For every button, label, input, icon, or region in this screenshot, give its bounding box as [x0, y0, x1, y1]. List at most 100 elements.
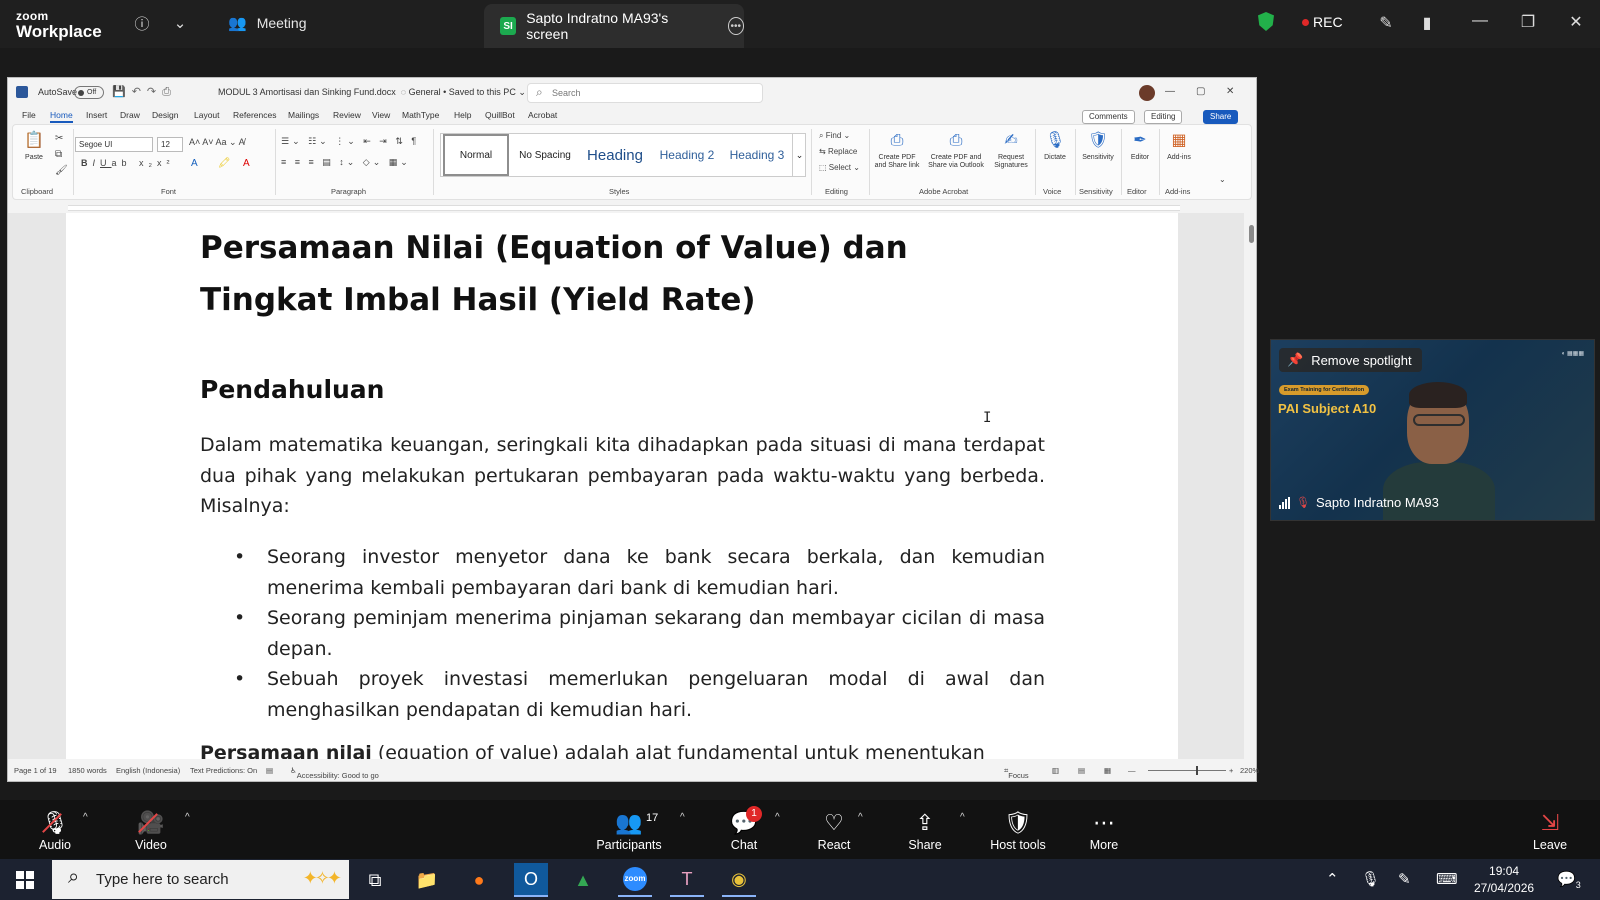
firefox-icon[interactable]: ●	[462, 863, 496, 897]
leave-button[interactable]: ⇲ Leave	[1530, 810, 1570, 852]
audio-button[interactable]: 🎙 Audio	[33, 810, 77, 852]
remote-control-icon[interactable]: ▮	[1416, 12, 1438, 34]
tab-layout[interactable]: Layout	[194, 110, 220, 120]
dictate-button[interactable]: 🎙 Dictate	[1037, 131, 1073, 162]
editing-mode-button[interactable]: Editing	[1144, 110, 1183, 124]
editor-button[interactable]: ✒ Editor	[1123, 131, 1157, 162]
spotlight-video-tile[interactable]: 📌 Remove spotlight ◐ ▦▦▦ Exam Training f…	[1270, 339, 1595, 521]
info-icon[interactable]: ⓘ	[131, 12, 153, 34]
styles-more-icon[interactable]: ⌄	[792, 134, 806, 176]
quick-access-toolbar[interactable]: 💾↶↷⎙	[112, 85, 177, 99]
tab-quillbot[interactable]: QuillBot	[485, 110, 515, 120]
tab-home[interactable]: Home	[50, 110, 73, 123]
word-search-box[interactable]: Search	[527, 83, 763, 103]
tab-review[interactable]: Review	[333, 110, 361, 120]
alignment-icons[interactable]: ≡ ≡ ≡ ▤ ↕⌄ ◇⌄ ▦⌄	[281, 157, 411, 168]
taskbar-clock[interactable]: 19:04 27/04/2026	[1474, 863, 1534, 897]
share-options-caret-icon[interactable]: ^	[960, 812, 965, 823]
comments-button[interactable]: Comments	[1082, 110, 1135, 124]
tab-acrobat[interactable]: Acrobat	[528, 110, 557, 120]
zoom-app-icon[interactable]: zoom	[618, 863, 652, 897]
style-no-spacing[interactable]: No Spacing	[511, 134, 579, 176]
collapse-ribbon-icon[interactable]: ⌄	[1219, 175, 1226, 184]
section-heading[interactable]: Pendahuluan	[200, 375, 384, 404]
focus-button[interactable]: ⌗ Focus	[1004, 766, 1029, 780]
font-name-box[interactable]: Segoe UI	[75, 137, 153, 152]
tab-references[interactable]: References	[233, 110, 276, 120]
windows-start-icon[interactable]	[16, 871, 34, 889]
pen-menu-icon[interactable]: ✎	[1398, 870, 1411, 888]
host-tools-button[interactable]: 🛡 Host tools	[986, 810, 1050, 852]
find-button[interactable]: ⌕ Find ⌄	[819, 131, 850, 141]
horizontal-ruler[interactable]	[8, 202, 1256, 213]
recording-indicator[interactable]: REC	[1302, 14, 1343, 30]
read-mode-icon[interactable]: ▥	[1052, 766, 1059, 775]
text-effects-icon[interactable]: A	[191, 158, 198, 169]
word-restore-icon[interactable]: ▢	[1196, 86, 1205, 97]
file-explorer-icon[interactable]: 📁	[410, 863, 444, 897]
minimize-icon[interactable]: —	[1468, 12, 1492, 30]
chat-options-caret-icon[interactable]: ^	[775, 812, 780, 823]
document-page[interactable]: Persamaan Nilai (Equation of Value) dan …	[66, 213, 1178, 759]
video-button[interactable]: 🎥 Video	[128, 810, 174, 852]
tray-overflow-icon[interactable]: ⌃	[1326, 870, 1339, 888]
zoom-level[interactable]: 220%	[1240, 766, 1259, 775]
tab-draw[interactable]: Draw	[120, 110, 140, 120]
font-format-icons[interactable]: BIUab x₂x²	[81, 158, 175, 168]
tab-file[interactable]: File	[22, 110, 36, 120]
list-item[interactable]: Seorang investor menyetor dana ke bank s…	[234, 542, 1045, 603]
tab-help[interactable]: Help	[454, 110, 471, 120]
more-button[interactable]: ⋯ More	[1084, 810, 1124, 852]
request-signatures-button[interactable]: ✍ Request Signatures	[989, 131, 1033, 170]
cut-icon[interactable]: ✂	[55, 133, 63, 144]
account-avatar[interactable]	[1139, 85, 1155, 101]
outlook-icon[interactable]: O	[514, 863, 548, 897]
react-options-caret-icon[interactable]: ^	[858, 812, 863, 823]
tab-mailings[interactable]: Mailings	[288, 110, 319, 120]
next-paragraph-partial[interactable]: Persamaan nilai (equation of value) adal…	[200, 742, 1045, 759]
proofing-icon[interactable]: ▤	[266, 766, 273, 775]
create-pdf-share-button[interactable]: ⎙ Create PDF and Share link	[871, 131, 923, 170]
google-drive-icon[interactable]: ▲	[566, 863, 600, 897]
tab-design[interactable]: Design	[152, 110, 178, 120]
language-status[interactable]: English (Indonesia)	[116, 766, 180, 775]
addins-button[interactable]: ▦ Add-ins	[1161, 131, 1197, 162]
word-minimize-icon[interactable]: —	[1165, 86, 1175, 97]
close-icon[interactable]: ✕	[1564, 12, 1588, 32]
style-heading[interactable]: Heading	[579, 134, 651, 176]
document-name[interactable]: MODUL 3 Amortisasi dan Sinking Fund.docx…	[218, 87, 526, 98]
grow-font-icon[interactable]: A˄ A˅ Aa ⌄ A̸	[189, 137, 245, 148]
intro-paragraph[interactable]: Dalam matematika keuangan, seringkali ki…	[200, 430, 1045, 522]
document-title[interactable]: Persamaan Nilai (Equation of Value) dan …	[200, 222, 1020, 326]
sensitivity-button[interactable]: 🛡 Sensitivity	[1077, 131, 1119, 162]
replace-button[interactable]: ⇆ Replace	[819, 147, 857, 156]
remove-spotlight-button[interactable]: 📌 Remove spotlight	[1279, 348, 1422, 372]
chrome-icon[interactable]: ◉	[722, 863, 756, 897]
task-view-icon[interactable]: ⧉	[358, 863, 392, 897]
word-count[interactable]: 1850 words	[68, 766, 107, 775]
meeting-tab[interactable]: 👥 Meeting	[228, 14, 307, 32]
taskbar-search-box[interactable]: Type here to search ✦✧✦	[52, 860, 349, 899]
web-layout-icon[interactable]: ▦	[1104, 766, 1111, 775]
text-predictions-status[interactable]: Text Predictions: On	[190, 766, 257, 775]
shared-screen-tab[interactable]: SI Sapto Indratno MA93's screen •••	[484, 4, 744, 48]
security-shield-icon[interactable]	[1258, 12, 1274, 31]
list-item[interactable]: Seorang peminjam menerima pinjaman sekar…	[234, 603, 1045, 664]
style-heading-3[interactable]: Heading 3	[723, 134, 791, 176]
tab-mathtype[interactable]: MathType	[402, 110, 439, 120]
annotate-pen-icon[interactable]: ✎	[1375, 12, 1397, 34]
more-options-icon[interactable]: •••	[727, 17, 744, 35]
word-close-icon[interactable]: ✕	[1226, 86, 1234, 97]
list-item[interactable]: Sebuah proyek investasi memerlukan penge…	[234, 664, 1045, 725]
audio-options-caret-icon[interactable]: ^	[83, 812, 88, 823]
participants-options-caret-icon[interactable]: ^	[680, 812, 685, 823]
share-screen-button[interactable]: ⇪ Share	[905, 810, 945, 852]
notifications-icon[interactable]: 💬3	[1557, 870, 1581, 890]
zoom-plus-icon[interactable]: +	[1229, 766, 1233, 775]
zoom-slider[interactable]	[1148, 766, 1226, 775]
share-button[interactable]: Share	[1203, 110, 1239, 124]
style-normal[interactable]: Normal	[443, 134, 509, 176]
highlight-icon[interactable]: 🖍	[218, 158, 231, 169]
create-pdf-outlook-button[interactable]: ⎙ Create PDF and Share via Outlook	[925, 131, 987, 170]
video-options-caret-icon[interactable]: ^	[185, 812, 190, 823]
